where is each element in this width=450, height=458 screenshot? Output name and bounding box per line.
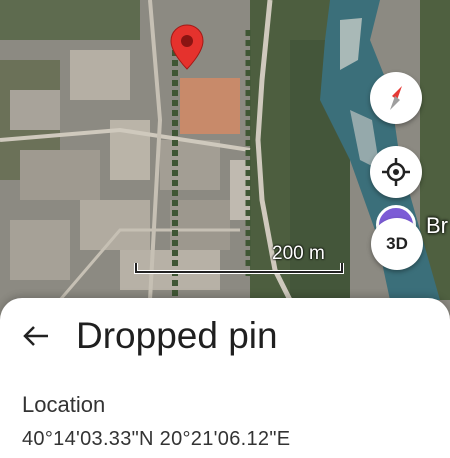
place-label[interactable]: Br xyxy=(426,213,448,239)
compass-icon xyxy=(390,86,402,110)
compass-button[interactable] xyxy=(370,72,422,124)
3d-label: 3D xyxy=(386,234,408,253)
3d-toggle-button[interactable]: 3D xyxy=(371,218,423,270)
map-pin-icon[interactable] xyxy=(170,24,204,70)
my-location-button[interactable] xyxy=(370,146,422,198)
back-arrow-icon[interactable] xyxy=(22,322,50,350)
location-heading: Location xyxy=(22,392,106,417)
place-bottom-sheet[interactable]: Dropped pin Location 40°14'03.33"N 20°21… xyxy=(0,298,450,458)
sheet-title: Dropped pin xyxy=(76,315,278,356)
scale-bar xyxy=(134,263,344,274)
coordinates-text[interactable]: 40°14'03.33"N 20°21'06.12"E xyxy=(22,428,290,451)
my-location-icon xyxy=(382,158,410,186)
